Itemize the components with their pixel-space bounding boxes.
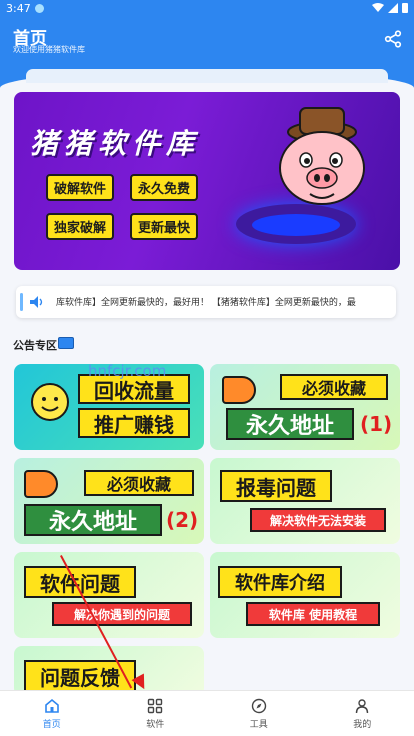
smiley-icon xyxy=(31,383,69,421)
banner-chip: 永久免费 xyxy=(130,174,198,201)
card-number: (1) xyxy=(360,412,393,436)
status-bar: 3:47 xyxy=(6,1,44,15)
tab-tools[interactable]: 工具 xyxy=(207,691,311,736)
card-subtitle: 永久地址 xyxy=(226,408,354,440)
grid-icon xyxy=(148,698,163,713)
card-subtitle: 软件库 使用教程 xyxy=(246,602,380,626)
share-icon[interactable] xyxy=(384,30,402,48)
pig-mascot-icon xyxy=(279,107,365,205)
card-software-issues[interactable]: 软件问题 解决你遇到的问题 xyxy=(14,552,204,638)
battery-icon xyxy=(402,3,408,13)
wifi-icon xyxy=(372,2,384,12)
notice-accent xyxy=(20,293,23,311)
megaphone-icon xyxy=(24,470,58,498)
speaker-icon xyxy=(30,296,43,308)
header-strip xyxy=(26,69,388,83)
banner-chip: 破解软件 xyxy=(46,174,114,201)
notice-board-icon xyxy=(58,337,74,349)
banner-title: 猪猪软件库 xyxy=(30,127,201,160)
card-title: 必须收藏 xyxy=(84,470,194,496)
notice-text: 库软件库】全网更新最快的，最好用！ 【猪猪软件库】全网更新最快的，最 xyxy=(56,298,356,308)
compass-icon xyxy=(251,698,266,713)
card-title: 软件库介绍 xyxy=(218,566,342,598)
card-permanent-url-1[interactable]: 必须收藏 永久地址 (1) xyxy=(210,364,400,450)
banner-pedestal-glow xyxy=(252,214,340,236)
tab-profile[interactable]: 我的 xyxy=(311,691,414,736)
section-title: 公告专区 xyxy=(13,339,57,352)
status-time: 3:47 xyxy=(6,1,31,15)
notification-icon xyxy=(34,3,44,13)
home-icon xyxy=(44,698,59,713)
banner-chip: 独家破解 xyxy=(46,213,114,240)
megaphone-icon xyxy=(222,376,256,404)
signal-icon xyxy=(388,2,398,13)
user-icon xyxy=(356,698,369,713)
notice-marquee[interactable]: 库软件库】全网更新最快的，最好用！ 【猪猪软件库】全网更新最快的，最 xyxy=(16,286,396,318)
tab-home[interactable]: 首页 xyxy=(0,691,104,736)
card-subtitle: 解决你遇到的问题 xyxy=(52,602,192,626)
promo-banner[interactable]: 猪猪软件库 破解软件 永久免费 独家破解 更新最快 xyxy=(14,92,400,270)
card-subtitle: 永久地址 xyxy=(24,504,162,536)
bottom-tab-bar: 首页 软件 工具 我的 xyxy=(0,690,414,736)
tab-label: 首页 xyxy=(42,719,61,730)
page-subtitle: 欢迎使用猪猪软件库 xyxy=(13,45,85,54)
card-virus-alert[interactable]: 报毒问题 解决软件无法安装 xyxy=(210,458,400,544)
tab-label: 软件 xyxy=(146,719,165,730)
card-subtitle: 解决软件无法安装 xyxy=(250,508,386,532)
status-icons xyxy=(372,2,408,13)
banner-chip: 更新最快 xyxy=(130,213,198,240)
card-title: 必须收藏 xyxy=(280,374,388,400)
card-number: (2) xyxy=(166,508,199,532)
card-title: 报毒问题 xyxy=(220,470,332,502)
card-permanent-url-2[interactable]: 必须收藏 永久地址 (2) xyxy=(14,458,204,544)
card-feedback[interactable]: 问题反馈 xyxy=(14,646,204,696)
watermark-text: hnfcjr.com xyxy=(88,362,167,380)
card-subtitle: 推广赚钱 xyxy=(78,408,190,438)
tab-label: 我的 xyxy=(353,719,372,730)
card-library-intro[interactable]: 软件库介绍 软件库 使用教程 xyxy=(210,552,400,638)
tab-software[interactable]: 软件 xyxy=(104,691,208,736)
tab-label: 工具 xyxy=(249,719,268,730)
